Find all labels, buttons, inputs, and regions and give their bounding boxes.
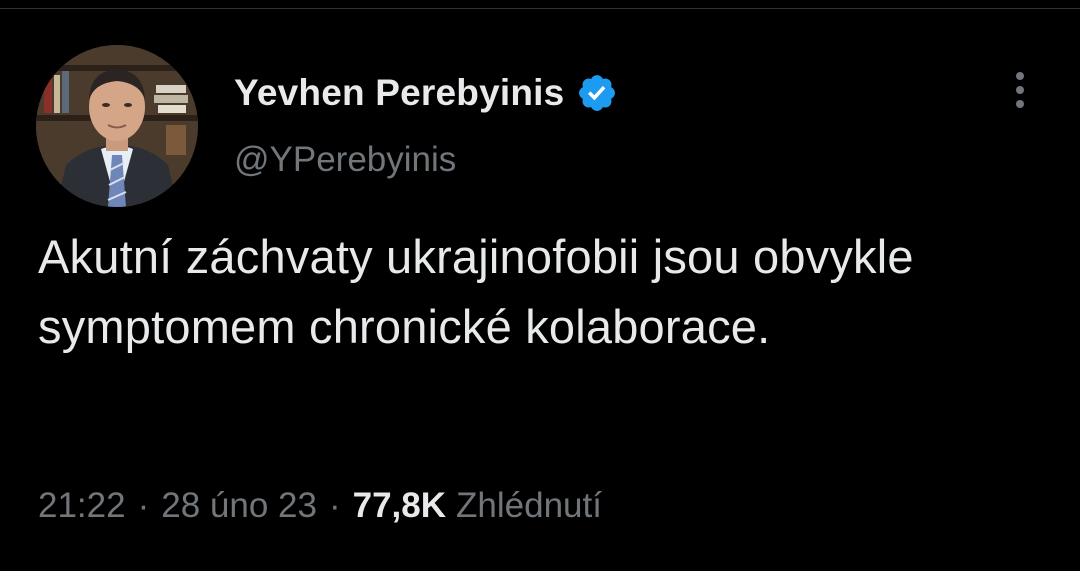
views-count[interactable]: 77,8K <box>353 486 446 526</box>
more-options-icon[interactable] <box>1006 72 1034 116</box>
author-name[interactable]: Yevhen Perebyinis <box>234 72 618 114</box>
avatar[interactable] <box>36 45 198 207</box>
tweet-time[interactable]: 21:22 <box>38 486 126 526</box>
tweet-date[interactable]: 28 úno 23 <box>161 486 317 526</box>
views-label[interactable]: Zhlédnutí <box>456 486 602 526</box>
tweet-text: Akutní záchvaty ukrajinofobii jsou obvyk… <box>38 230 914 353</box>
author-handle[interactable]: @YPerebyinis <box>234 140 456 180</box>
verified-badge-icon <box>576 72 618 114</box>
tweet-meta: 21:22 · 28 úno 23 · 77,8K Zhlédnutí <box>38 486 602 526</box>
meta-separator: · <box>328 486 341 525</box>
author-name-text: Yevhen Perebyinis <box>234 72 565 113</box>
meta-separator: · <box>137 486 150 525</box>
tweet: Yevhen Perebyinis @YPerebyinis Akutní zá… <box>0 0 1080 571</box>
